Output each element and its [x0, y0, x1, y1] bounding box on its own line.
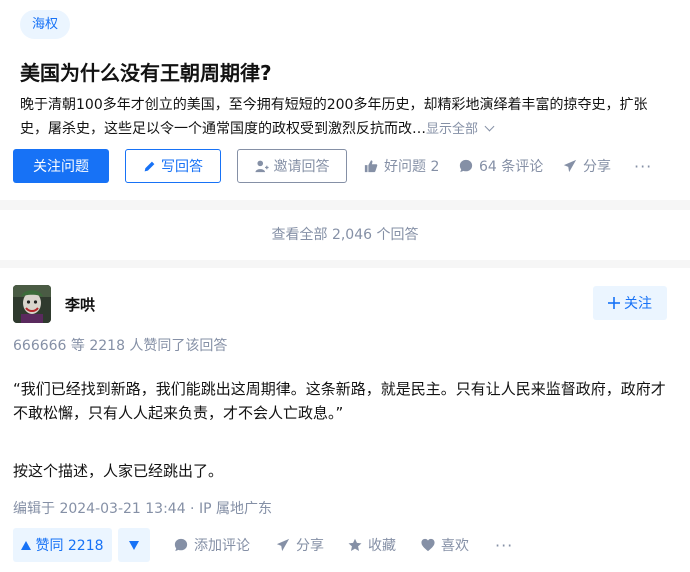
- write-answer-label[interactable]: 写回答: [161, 156, 203, 176]
- show-all-link[interactable]: 显示全部: [426, 121, 495, 137]
- add-comment-label[interactable]: 添加评论: [194, 535, 250, 555]
- follow-author-button[interactable]: 关注: [593, 286, 667, 320]
- comment-bubble-icon[interactable]: [459, 159, 473, 173]
- answer-paragraph: 按这个描述，人家已经跳出了。: [13, 462, 224, 480]
- collect-label[interactable]: 收藏: [368, 535, 396, 555]
- follow-author-label[interactable]: 关注: [624, 293, 652, 313]
- comments-button[interactable]: 64 条评论: [459, 149, 543, 183]
- add-comment-button[interactable]: 添加评论: [174, 528, 250, 562]
- answer-card: 李哄 关注 666666 等 2218 人赞同了该回答 “我们已经找到新路，我们…: [0, 268, 690, 572]
- show-all-label[interactable]: 显示全部: [426, 122, 478, 137]
- question-excerpt-line-2-text: 史，屠杀史，这些足以令一个通常国度的政权受到激烈反抗而改…: [20, 121, 426, 137]
- upvoters-summary[interactable]: 666666 等 2218 人赞同了该回答: [13, 335, 227, 355]
- good-question-button[interactable]: 好问题 2: [364, 149, 439, 183]
- comments-label[interactable]: 64 条评论: [479, 156, 543, 176]
- answer-more-button[interactable]: ···: [495, 528, 513, 562]
- view-all-answers-link[interactable]: 查看全部 2,046 个回答: [0, 210, 690, 260]
- follow-question-label[interactable]: 关注问题: [33, 156, 89, 176]
- downvote-button[interactable]: [118, 528, 150, 562]
- share-answer-label[interactable]: 分享: [296, 535, 324, 555]
- heart-icon[interactable]: [421, 538, 435, 552]
- view-all-answers-card: 查看全部 2,046 个回答: [0, 210, 690, 260]
- share-answer-button[interactable]: 分享: [276, 528, 324, 562]
- collect-button[interactable]: 收藏: [348, 528, 396, 562]
- edit-info[interactable]: 编辑于 2024-03-21 13:44 · IP 属地广东: [13, 498, 272, 518]
- question-excerpt-line-2: 史，屠杀史，这些足以令一个通常国度的政权受到激烈反抗而改…显示全部: [20, 117, 690, 142]
- good-question-label[interactable]: 好问题 2: [384, 156, 439, 176]
- topic-tag[interactable]: 海权: [20, 10, 71, 39]
- pencil-icon[interactable]: [143, 160, 156, 173]
- share-arrow-icon[interactable]: [563, 159, 577, 173]
- share-arrow-icon[interactable]: [276, 538, 290, 552]
- write-answer-button[interactable]: 写回答: [125, 149, 221, 183]
- star-icon[interactable]: [348, 538, 362, 552]
- invite-answer-button[interactable]: 邀请回答: [237, 149, 347, 183]
- question-excerpt-line-1: 晚于清朝100多年才创立的美国，至今拥有短短的200多年历史，却精彩地演绎着丰富…: [20, 97, 648, 113]
- invite-user-icon[interactable]: [254, 159, 269, 173]
- like-button[interactable]: 喜欢: [421, 528, 469, 562]
- invite-answer-label[interactable]: 邀请回答: [274, 156, 330, 176]
- more-dots-icon[interactable]: ···: [634, 157, 652, 176]
- question-more-button[interactable]: ···: [634, 149, 652, 183]
- comment-bubble-icon[interactable]: [174, 538, 188, 552]
- thumb-up-icon[interactable]: [364, 159, 378, 173]
- like-label[interactable]: 喜欢: [441, 535, 469, 555]
- author-name[interactable]: 李哄: [65, 294, 95, 315]
- more-dots-icon[interactable]: ···: [495, 536, 513, 555]
- question-excerpt: 晚于清朝100多年才创立的美国，至今拥有短短的200多年历史，却精彩地演绎着丰富…: [20, 93, 690, 142]
- share-question-label[interactable]: 分享: [583, 156, 611, 176]
- triangle-up-icon[interactable]: [21, 540, 32, 550]
- question-title[interactable]: 美国为什么没有王朝周期律?: [20, 57, 272, 86]
- plus-icon[interactable]: [608, 297, 620, 309]
- question-card: 海权 美国为什么没有王朝周期律? 晚于清朝100多年才创立的美国，至今拥有短短的…: [0, 0, 690, 200]
- answer-paragraph: “我们已经找到新路，我们能跳出这周期律。这条新路，就是民主。只有让人民来监督政府…: [13, 380, 666, 422]
- avatar[interactable]: [13, 285, 51, 323]
- triangle-down-icon[interactable]: [129, 540, 139, 550]
- answer-body: “我们已经找到新路，我们能跳出这周期律。这条新路，就是民主。只有让人民来监督政府…: [13, 377, 673, 483]
- share-question-button[interactable]: 分享: [563, 149, 611, 183]
- follow-question-button[interactable]: 关注问题: [13, 149, 109, 183]
- chevron-down-icon[interactable]: [484, 121, 495, 132]
- upvote-button[interactable]: 赞同 2218: [13, 528, 112, 562]
- upvote-label[interactable]: 赞同 2218: [35, 535, 103, 555]
